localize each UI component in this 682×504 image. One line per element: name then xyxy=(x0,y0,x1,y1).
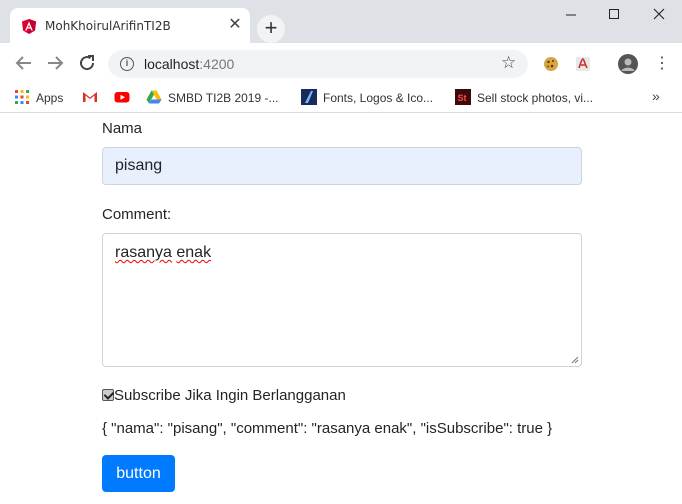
browser-titlebar: MohKhoirulArifinTI2B ✕ + xyxy=(0,0,682,43)
comment-label: Comment: xyxy=(102,206,172,223)
fonts-site-icon xyxy=(301,89,317,105)
bookmark-star-icon[interactable]: ☆ xyxy=(501,53,516,73)
bookmark-fonts[interactable]: Fonts, Logos & Ico... xyxy=(301,89,433,107)
json-output: { "nama": "pisang", "comment": "rasanya … xyxy=(102,420,553,437)
url-host: localhost xyxy=(144,56,200,72)
browser-toolbar: i localhost:4200 ☆ ⋮ xyxy=(0,43,682,83)
bookmark-label: Fonts, Logos & Ico... xyxy=(323,91,434,105)
comment-word: enak xyxy=(176,244,212,261)
nama-input[interactable]: pisang xyxy=(102,147,582,185)
adobe-stock-icon: St xyxy=(455,89,471,105)
reload-icon[interactable] xyxy=(75,51,99,75)
submit-button[interactable]: button xyxy=(102,455,175,492)
bookmark-apps[interactable]: Apps xyxy=(14,89,63,107)
nama-label: Nama xyxy=(102,120,143,137)
comment-textarea[interactable]: rasanya enak xyxy=(102,233,582,367)
new-tab-button[interactable]: + xyxy=(257,15,285,43)
bookmark-label: Sell stock photos, vi... xyxy=(477,91,594,105)
url-text: localhost:4200 xyxy=(144,56,234,72)
back-arrow-icon[interactable] xyxy=(12,51,36,75)
address-bar[interactable]: i localhost:4200 ☆ xyxy=(108,50,528,78)
close-tab-icon[interactable]: ✕ xyxy=(226,16,244,34)
browser-tab[interactable]: MohKhoirulArifinTI2B ✕ xyxy=(10,8,250,43)
bookmark-youtube[interactable] xyxy=(114,89,136,107)
angular-logo-icon xyxy=(22,19,36,34)
subscribe-checkbox[interactable] xyxy=(102,389,114,401)
more-options-icon[interactable]: ⋮ xyxy=(654,54,670,74)
maximize-icon[interactable] xyxy=(603,4,625,26)
bookmark-label: SMBD TI2B 2019 -... xyxy=(168,91,279,105)
svg-text:St: St xyxy=(458,93,467,103)
info-icon[interactable]: i xyxy=(120,57,134,71)
bookmark-gmail[interactable] xyxy=(82,89,104,107)
subscribe-label: Subscribe Jika Ingin Berlangganan xyxy=(114,387,346,404)
bookmark-adobe-stock[interactable]: St Sell stock photos, vi... xyxy=(455,89,593,107)
close-window-icon[interactable] xyxy=(648,4,670,26)
apps-grid-icon xyxy=(15,90,29,104)
bookmarks-bar: Apps SMBD TI2B 2019 -... Fonts, Logos & … xyxy=(0,83,682,113)
cookie-extension-icon[interactable] xyxy=(543,56,559,72)
bookmark-label: Apps xyxy=(36,91,64,105)
resize-handle-icon[interactable] xyxy=(571,356,579,364)
forward-arrow-icon[interactable] xyxy=(43,51,67,75)
page-content: Nama pisang Comment: rasanya enak Subscr… xyxy=(0,114,682,504)
comment-word: rasanya xyxy=(115,244,172,261)
youtube-icon xyxy=(114,92,130,103)
minimize-icon[interactable] xyxy=(560,4,582,26)
more-bookmarks-icon[interactable]: » xyxy=(652,88,660,104)
google-drive-icon xyxy=(146,90,162,104)
tab-title: MohKhoirulArifinTI2B xyxy=(45,19,171,33)
subscribe-row: Subscribe Jika Ingin Berlangganan xyxy=(102,387,346,405)
gmail-icon xyxy=(83,92,97,102)
pdf-extension-icon[interactable] xyxy=(575,56,591,72)
profile-avatar[interactable] xyxy=(618,54,638,74)
bookmark-smbd[interactable]: SMBD TI2B 2019 -... xyxy=(146,89,279,107)
url-port: :4200 xyxy=(199,56,235,72)
